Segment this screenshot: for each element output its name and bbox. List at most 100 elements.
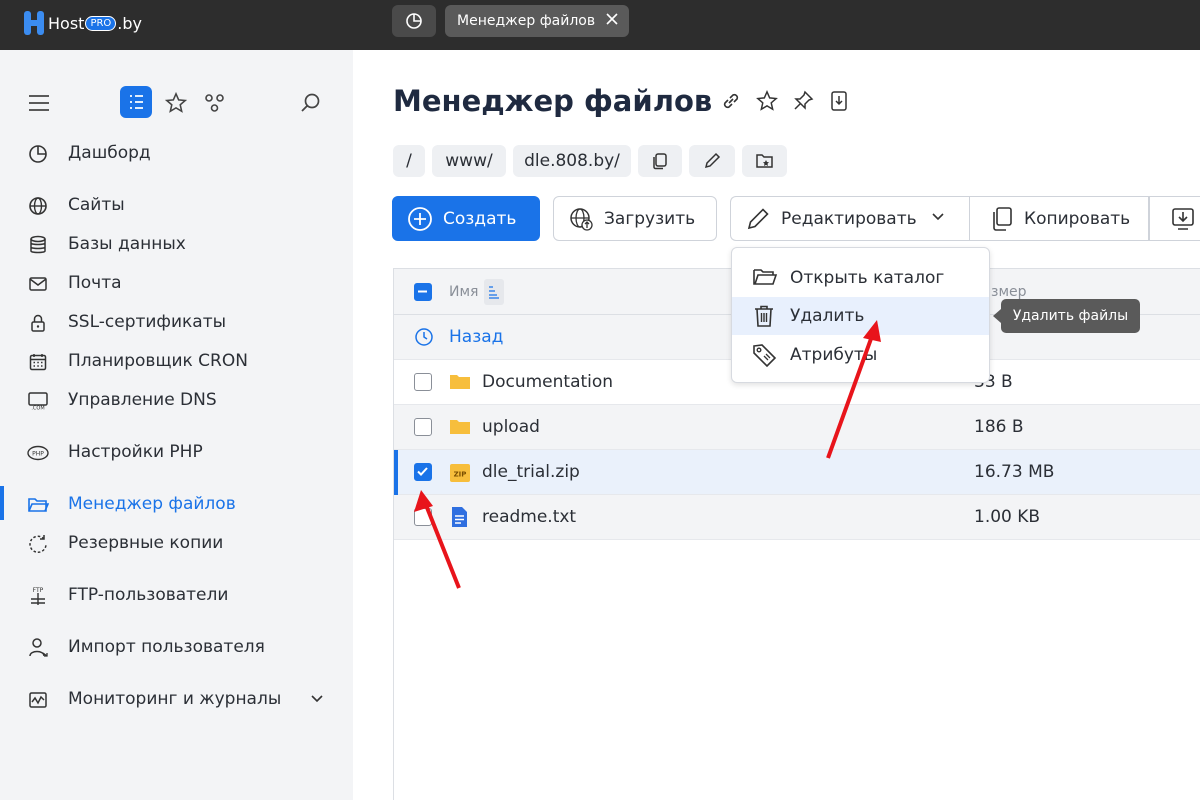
top-bar: Host PRO .by Менеджер файлов: [0, 0, 1200, 50]
folder-icon: [27, 494, 49, 516]
calendar-icon: [27, 351, 49, 373]
chevron-down-icon[interactable]: [310, 691, 324, 710]
selected-row-indicator: [394, 450, 398, 495]
sidebar-item-cron[interactable]: Планировщик CRON: [0, 347, 353, 377]
copy-path-button[interactable]: [638, 145, 682, 177]
pin-icon[interactable]: [792, 90, 814, 116]
file-size: 16.73 MB: [974, 462, 1055, 482]
menu-item-delete[interactable]: Удалить: [732, 297, 989, 335]
select-all-checkbox[interactable]: [414, 283, 432, 301]
sidebar-item-monitoring[interactable]: Мониторинг и журналы: [0, 685, 353, 715]
sort-icon[interactable]: [484, 279, 504, 305]
chevron-down-icon: [931, 209, 945, 229]
sidebar-item-ssl[interactable]: SSL-сертификаты: [0, 308, 353, 338]
tab-label: Менеджер файлов: [457, 13, 596, 29]
menu-item-open-folder[interactable]: Открыть каталог: [732, 259, 989, 297]
user-import-icon: [27, 637, 49, 659]
menu-item-label: Удалить: [790, 306, 865, 326]
row-checkbox[interactable]: [414, 418, 432, 436]
folder-star-icon: [755, 154, 773, 168]
logo-host: Host: [48, 13, 85, 33]
sidebar-item-label: Мониторинг и журналы: [68, 689, 282, 709]
download-button[interactable]: [1149, 196, 1200, 241]
sidebar-item-label: Базы данных: [68, 234, 186, 254]
tab-file-manager[interactable]: Менеджер файлов: [445, 5, 629, 37]
table-row[interactable]: ZIP dle_trial.zip 16.73 MB: [394, 450, 1200, 495]
back-link[interactable]: Назад: [449, 327, 503, 347]
sidebar-item-dns[interactable]: .COM Управление DNS: [0, 386, 353, 416]
row-checkbox[interactable]: [414, 373, 432, 391]
file-name[interactable]: dle_trial.zip: [482, 462, 580, 482]
upload-button[interactable]: Загрузить: [553, 196, 717, 241]
breadcrumb-root[interactable]: /: [393, 145, 425, 177]
text-file-icon: [449, 506, 469, 532]
edit-button[interactable]: Редактировать: [730, 196, 970, 241]
sidebar-item-backups[interactable]: Резервные копии: [0, 529, 353, 559]
bookmark-folder-button[interactable]: [742, 145, 787, 177]
file-size: 1.00 KB: [974, 507, 1041, 527]
folder-open-icon: [752, 266, 778, 292]
sidebar-item-label: Управление DNS: [68, 390, 217, 410]
hamburger-menu-icon[interactable]: [28, 94, 50, 116]
dashboard-tab-button[interactable]: [392, 5, 436, 37]
row-checkbox[interactable]: [414, 463, 432, 481]
column-header-name[interactable]: Имя: [449, 284, 478, 300]
tooltip: Удалить файлы: [993, 299, 1140, 333]
link-icon[interactable]: [720, 90, 742, 116]
menu-item-label: Открыть каталог: [790, 268, 945, 288]
table-row[interactable]: upload 186 B: [394, 405, 1200, 450]
breadcrumb-domain[interactable]: dle.808.by/: [513, 145, 631, 177]
breadcrumb-www[interactable]: www/: [432, 145, 506, 177]
sidebar: Дашборд Сайты Базы данных Почта SSL-серт…: [0, 50, 353, 800]
globe-upload-icon: [568, 206, 594, 232]
sidebar-item-label: Почта: [68, 273, 122, 293]
download-doc-icon[interactable]: [828, 90, 850, 116]
star-icon[interactable]: [164, 91, 188, 118]
zip-file-icon: ZIP: [449, 462, 471, 488]
create-button[interactable]: Создать: [392, 196, 540, 241]
copy-icon: [990, 206, 1014, 232]
list-view-icon[interactable]: [120, 86, 152, 118]
sidebar-item-dashboard[interactable]: Дашборд: [0, 139, 353, 169]
dns-icon: .COM: [27, 390, 49, 412]
page-title: Менеджер файлов: [393, 84, 713, 118]
sidebar-item-label: Резервные копии: [68, 533, 224, 553]
logo[interactable]: Host PRO .by: [22, 9, 142, 37]
sidebar-item-label: Менеджер файлов: [68, 494, 236, 514]
svg-text:FTP: FTP: [33, 587, 44, 594]
sidebar-item-user-import[interactable]: Импорт пользователя: [0, 633, 353, 663]
file-name[interactable]: Documentation: [482, 372, 613, 392]
trash-icon: [752, 304, 776, 332]
create-label: Создать: [443, 208, 517, 229]
sidebar-item-ftp[interactable]: FTP FTP-пользователи: [0, 581, 353, 611]
history-icon: [414, 327, 434, 351]
pencil-icon: [745, 206, 771, 232]
table-row[interactable]: readme.txt 1.00 KB: [394, 495, 1200, 540]
file-name[interactable]: upload: [482, 417, 540, 437]
sidebar-item-databases[interactable]: Базы данных: [0, 230, 353, 260]
sidebar-item-php[interactable]: PHP Настройки PHP: [0, 438, 353, 468]
file-name[interactable]: readme.txt: [482, 507, 576, 527]
logo-mark-icon: [22, 9, 46, 37]
cluster-icon[interactable]: [204, 92, 226, 118]
row-checkbox[interactable]: [414, 508, 432, 526]
monitoring-icon: [27, 689, 49, 711]
edit-path-button[interactable]: [689, 145, 735, 177]
star-icon[interactable]: [756, 90, 778, 116]
sidebar-item-mail[interactable]: Почта: [0, 269, 353, 299]
sidebar-item-label: Сайты: [68, 195, 125, 215]
menu-item-label: Атрибуты: [790, 345, 878, 365]
edit-label: Редактировать: [781, 208, 917, 229]
database-icon: [27, 234, 49, 256]
close-icon[interactable]: [605, 12, 619, 30]
sidebar-item-label: SSL-сертификаты: [68, 312, 227, 332]
menu-item-attributes[interactable]: Атрибуты: [732, 336, 989, 374]
sidebar-item-label: Дашборд: [68, 143, 151, 163]
search-icon[interactable]: [300, 92, 322, 118]
lock-icon: [27, 312, 49, 334]
mail-icon: [27, 273, 49, 295]
copy-button[interactable]: Копировать: [969, 196, 1149, 241]
sidebar-item-file-manager[interactable]: Менеджер файлов: [0, 490, 353, 520]
logo-pro: PRO: [85, 15, 117, 31]
sidebar-item-sites[interactable]: Сайты: [0, 191, 353, 221]
